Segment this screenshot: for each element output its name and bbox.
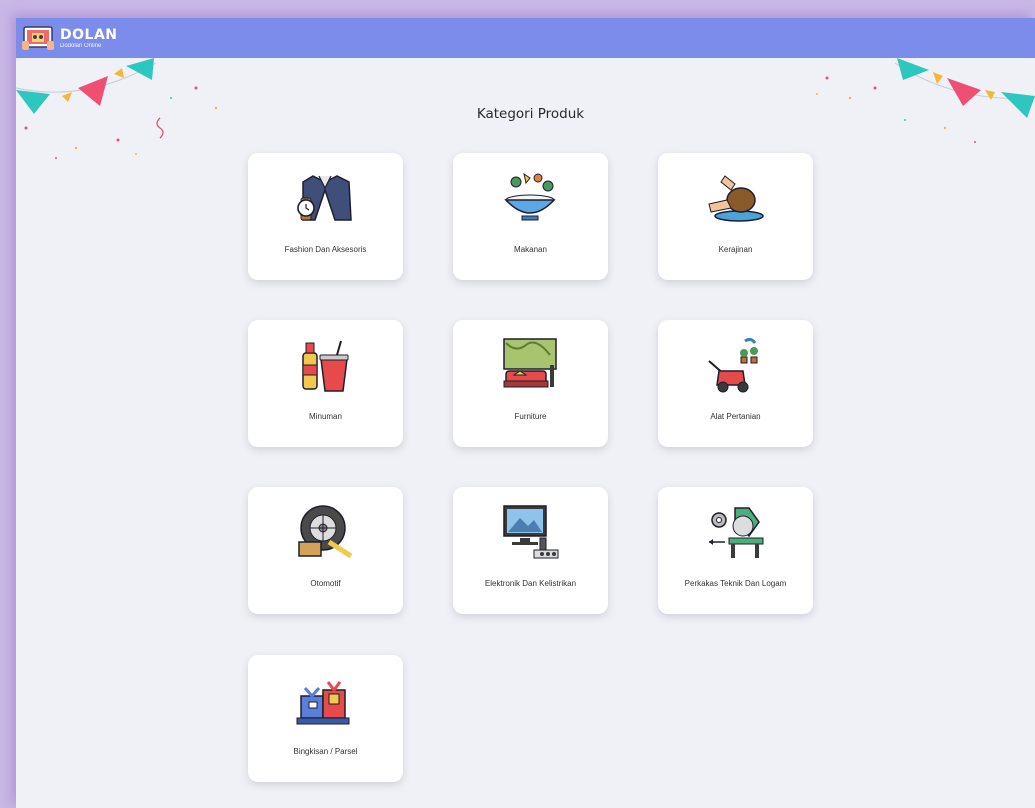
app-subtitle: Dodolan Online	[60, 42, 102, 49]
category-card-fashion[interactable]: Fashion Dan Aksesoris	[248, 153, 403, 280]
computer-icon	[503, 505, 559, 559]
category-card-furniture[interactable]: Furniture	[453, 320, 608, 447]
category-label: Elektronik Dan Kelistrikan	[484, 579, 577, 588]
brand-logo[interactable]: DOLAN Dodolan Online	[22, 23, 118, 53]
category-label: Perkakas Teknik Dan Logam	[684, 579, 787, 588]
drinks-icon	[302, 340, 349, 392]
category-card-bingkisan[interactable]: Bingkisan / Parsel	[248, 655, 403, 782]
salad-bowl-icon	[504, 172, 556, 221]
app-window: DOLAN Dodolan Online Kategori Produk Fas…	[16, 18, 1035, 808]
category-card-kerajinan[interactable]: Kerajinan	[658, 153, 813, 280]
category-label: Kerajinan	[718, 245, 753, 254]
category-label: Furniture	[514, 412, 547, 421]
category-label: Bingkisan / Parsel	[293, 747, 358, 756]
category-label: Fashion Dan Aksesoris	[284, 245, 367, 254]
category-card-minuman[interactable]: Minuman	[248, 320, 403, 447]
jacket-watch-icon	[297, 175, 352, 221]
app-name: DOLAN	[60, 26, 118, 43]
lawn-mower-icon	[708, 337, 758, 393]
category-card-elektronik[interactable]: Elektronik Dan Kelistrikan	[453, 487, 608, 614]
tire-icon	[298, 505, 353, 559]
page-title: Kategori Produk	[476, 106, 585, 122]
sofa-icon	[503, 338, 557, 388]
saw-icon	[709, 507, 764, 558]
logo-icon	[22, 25, 54, 51]
top-navbar: DOLAN Dodolan Online	[16, 18, 1035, 58]
category-card-perkakas[interactable]: Perkakas Teknik Dan Logam	[658, 487, 813, 614]
category-label: Otomotif	[310, 579, 341, 588]
category-label: Alat Pertanian	[710, 412, 761, 421]
category-card-makanan[interactable]: Makanan	[453, 153, 608, 280]
category-label: Minuman	[309, 412, 342, 421]
category-card-otomotif[interactable]: Otomotif	[248, 487, 403, 614]
pottery-icon	[708, 175, 764, 222]
category-label: Makanan	[514, 245, 547, 254]
gift-parcel-icon	[296, 681, 350, 725]
category-card-alat-pertanian[interactable]: Alat Pertanian	[658, 320, 813, 447]
